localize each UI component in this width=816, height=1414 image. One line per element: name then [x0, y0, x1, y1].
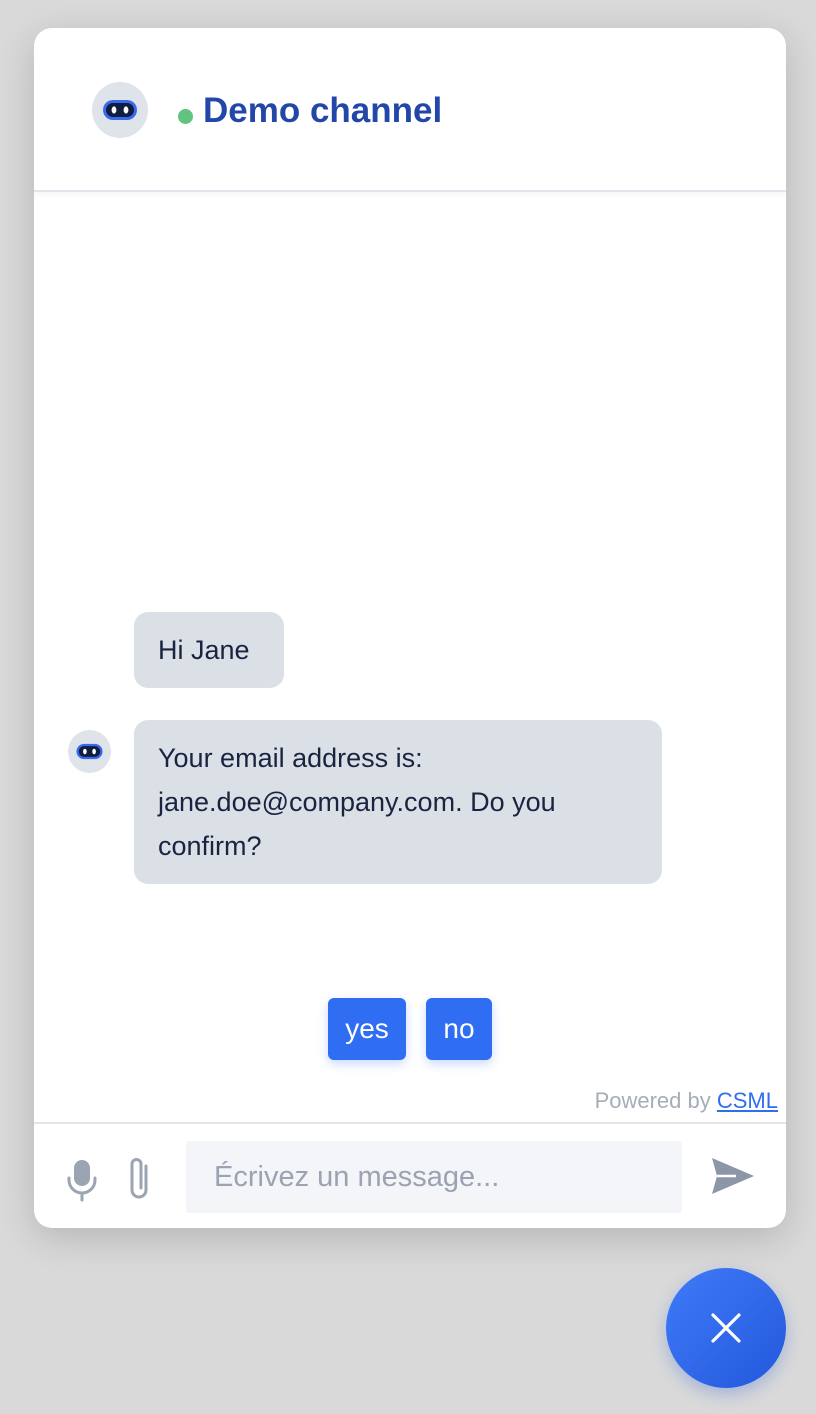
- close-icon: [711, 1313, 741, 1343]
- quick-reply-no-button[interactable]: no: [426, 998, 492, 1060]
- robot-icon: [76, 743, 103, 760]
- send-icon: [712, 1158, 754, 1194]
- composer: [34, 1122, 786, 1228]
- microphone-button[interactable]: [64, 1158, 100, 1202]
- message-bubble: Your email address is: jane.doe@company.…: [134, 720, 662, 884]
- channel-title: Demo channel: [203, 91, 443, 130]
- robot-icon: [103, 100, 137, 120]
- chat-widget: Demo channel Hi Jane Your email address …: [34, 28, 786, 1228]
- paperclip-icon: [130, 1158, 148, 1199]
- attach-button[interactable]: [122, 1154, 156, 1202]
- close-chat-button[interactable]: [666, 1268, 786, 1388]
- chat-header: Demo channel: [34, 28, 786, 192]
- bot-avatar: [92, 82, 148, 138]
- csml-link[interactable]: CSML: [717, 1088, 778, 1113]
- microphone-icon: [67, 1160, 97, 1202]
- bot-avatar-small: [68, 730, 111, 773]
- message-bubble: Hi Jane: [134, 612, 284, 688]
- powered-by-label: Powered by: [594, 1088, 711, 1113]
- message-input[interactable]: [186, 1141, 682, 1213]
- powered-by: Powered by CSML: [595, 1088, 778, 1114]
- quick-reply-yes-button[interactable]: yes: [328, 998, 406, 1060]
- send-button[interactable]: [710, 1156, 756, 1196]
- online-status-dot: [178, 109, 193, 124]
